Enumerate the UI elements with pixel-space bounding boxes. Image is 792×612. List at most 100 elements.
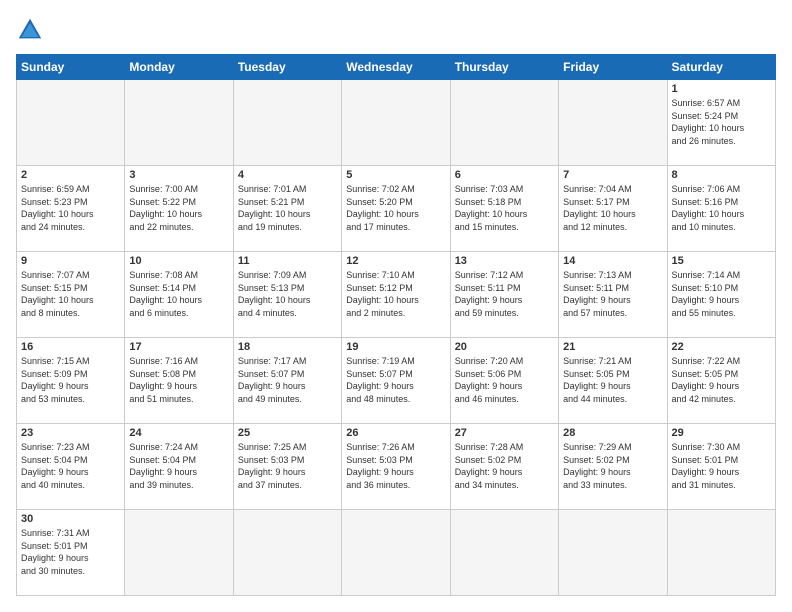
calendar-cell: 28 Sunrise: 7:29 AM Sunset: 5:02 PM Dayli…: [559, 424, 667, 510]
day-info: Sunrise: 7:07 AM Sunset: 5:15 PM Dayligh…: [21, 269, 120, 319]
calendar: Sunday Monday Tuesday Wednesday Thursday…: [16, 54, 776, 596]
calendar-cell: [559, 80, 667, 166]
day-info: Sunrise: 7:00 AM Sunset: 5:22 PM Dayligh…: [129, 183, 228, 233]
day-number: 25: [238, 427, 337, 439]
calendar-cell: 21Sunrise: 7:21 AM Sunset: 5:05 PM Dayli…: [559, 338, 667, 424]
calendar-cell: 5 Sunrise: 7:02 AM Sunset: 5:20 PM Daylig…: [342, 166, 450, 252]
day-info: Sunrise: 7:14 AM Sunset: 5:10 PM Dayligh…: [672, 269, 771, 319]
day-number: 11: [238, 255, 337, 267]
day-number: 7: [563, 169, 662, 181]
day-info: Sunrise: 7:02 AM Sunset: 5:20 PM Dayligh…: [346, 183, 445, 233]
calendar-cell: 6Sunrise: 7:03 AM Sunset: 5:18 PM Daylig…: [450, 166, 558, 252]
day-number: 4: [238, 169, 337, 181]
calendar-cell: 27 Sunrise: 7:28 AM Sunset: 5:02 PM Dayli…: [450, 424, 558, 510]
calendar-cell: 26 Sunrise: 7:26 AM Sunset: 5:03 PM Dayli…: [342, 424, 450, 510]
calendar-cell: 29 Sunrise: 7:30 AM Sunset: 5:01 PM Dayli…: [667, 424, 775, 510]
day-info: Sunrise: 7:16 AM Sunset: 5:08 PM Dayligh…: [129, 355, 228, 405]
calendar-cell: 18 Sunrise: 7:17 AM Sunset: 5:07 PM Dayli…: [233, 338, 341, 424]
calendar-cell: [450, 510, 558, 596]
calendar-week-row: 16Sunrise: 7:15 AM Sunset: 5:09 PM Dayli…: [17, 338, 776, 424]
calendar-cell: 24 Sunrise: 7:24 AM Sunset: 5:04 PM Dayli…: [125, 424, 233, 510]
header-sunday: Sunday: [17, 55, 125, 80]
day-info: Sunrise: 7:30 AM Sunset: 5:01 PM Dayligh…: [672, 441, 771, 491]
day-info: Sunrise: 7:10 AM Sunset: 5:12 PM Dayligh…: [346, 269, 445, 319]
day-info: Sunrise: 7:25 AM Sunset: 5:03 PM Dayligh…: [238, 441, 337, 491]
calendar-cell: 3Sunrise: 7:00 AM Sunset: 5:22 PM Daylig…: [125, 166, 233, 252]
day-info: Sunrise: 7:06 AM Sunset: 5:16 PM Dayligh…: [672, 183, 771, 233]
day-info: Sunrise: 7:01 AM Sunset: 5:21 PM Dayligh…: [238, 183, 337, 233]
calendar-cell: 10 Sunrise: 7:08 AM Sunset: 5:14 PM Dayli…: [125, 252, 233, 338]
header-wednesday: Wednesday: [342, 55, 450, 80]
day-info: Sunrise: 7:13 AM Sunset: 5:11 PM Dayligh…: [563, 269, 662, 319]
calendar-cell: 14 Sunrise: 7:13 AM Sunset: 5:11 PM Dayli…: [559, 252, 667, 338]
calendar-cell: 11Sunrise: 7:09 AM Sunset: 5:13 PM Dayli…: [233, 252, 341, 338]
day-info: Sunrise: 7:28 AM Sunset: 5:02 PM Dayligh…: [455, 441, 554, 491]
day-number: 8: [672, 169, 771, 181]
header-monday: Monday: [125, 55, 233, 80]
day-number: 1: [672, 83, 771, 95]
header-thursday: Thursday: [450, 55, 558, 80]
calendar-week-row: 30Sunrise: 7:31 AM Sunset: 5:01 PM Dayli…: [17, 510, 776, 596]
header-tuesday: Tuesday: [233, 55, 341, 80]
day-number: 27: [455, 427, 554, 439]
calendar-cell: 2Sunrise: 6:59 AM Sunset: 5:23 PM Daylig…: [17, 166, 125, 252]
calendar-cell: 25 Sunrise: 7:25 AM Sunset: 5:03 PM Dayli…: [233, 424, 341, 510]
logo-icon: [16, 16, 44, 44]
day-info: Sunrise: 7:12 AM Sunset: 5:11 PM Dayligh…: [455, 269, 554, 319]
header-saturday: Saturday: [667, 55, 775, 80]
calendar-cell: [233, 80, 341, 166]
calendar-cell: [342, 510, 450, 596]
day-info: Sunrise: 7:17 AM Sunset: 5:07 PM Dayligh…: [238, 355, 337, 405]
day-info: Sunrise: 7:26 AM Sunset: 5:03 PM Dayligh…: [346, 441, 445, 491]
day-number: 17: [129, 341, 228, 353]
logo: [16, 16, 48, 44]
day-info: Sunrise: 7:24 AM Sunset: 5:04 PM Dayligh…: [129, 441, 228, 491]
day-info: Sunrise: 7:29 AM Sunset: 5:02 PM Dayligh…: [563, 441, 662, 491]
day-number: 30: [21, 513, 120, 525]
day-number: 10: [129, 255, 228, 267]
day-number: 18: [238, 341, 337, 353]
day-info: Sunrise: 7:22 AM Sunset: 5:05 PM Dayligh…: [672, 355, 771, 405]
calendar-cell: [233, 510, 341, 596]
day-info: Sunrise: 6:59 AM Sunset: 5:23 PM Dayligh…: [21, 183, 120, 233]
day-number: 24: [129, 427, 228, 439]
calendar-cell: 17 Sunrise: 7:16 AM Sunset: 5:08 PM Dayli…: [125, 338, 233, 424]
header: [16, 16, 776, 44]
calendar-cell: [667, 510, 775, 596]
day-number: 12: [346, 255, 445, 267]
day-number: 13: [455, 255, 554, 267]
day-info: Sunrise: 7:03 AM Sunset: 5:18 PM Dayligh…: [455, 183, 554, 233]
day-info: Sunrise: 7:20 AM Sunset: 5:06 PM Dayligh…: [455, 355, 554, 405]
calendar-cell: 13 Sunrise: 7:12 AM Sunset: 5:11 PM Dayli…: [450, 252, 558, 338]
day-number: 16: [21, 341, 120, 353]
calendar-cell: 1Sunrise: 6:57 AM Sunset: 5:24 PM Daylig…: [667, 80, 775, 166]
day-number: 20: [455, 341, 554, 353]
page: Sunday Monday Tuesday Wednesday Thursday…: [0, 0, 792, 612]
calendar-cell: 22 Sunrise: 7:22 AM Sunset: 5:05 PM Dayli…: [667, 338, 775, 424]
calendar-cell: 19Sunrise: 7:19 AM Sunset: 5:07 PM Dayli…: [342, 338, 450, 424]
day-info: Sunrise: 7:23 AM Sunset: 5:04 PM Dayligh…: [21, 441, 120, 491]
day-number: 29: [672, 427, 771, 439]
calendar-week-row: 9Sunrise: 7:07 AM Sunset: 5:15 PM Daylig…: [17, 252, 776, 338]
calendar-cell: 20 Sunrise: 7:20 AM Sunset: 5:06 PM Dayli…: [450, 338, 558, 424]
calendar-cell: [17, 80, 125, 166]
day-number: 5: [346, 169, 445, 181]
day-number: 15: [672, 255, 771, 267]
calendar-cell: 12 Sunrise: 7:10 AM Sunset: 5:12 PM Dayli…: [342, 252, 450, 338]
day-number: 22: [672, 341, 771, 353]
calendar-cell: [125, 510, 233, 596]
calendar-week-row: 1Sunrise: 6:57 AM Sunset: 5:24 PM Daylig…: [17, 80, 776, 166]
day-info: Sunrise: 7:08 AM Sunset: 5:14 PM Dayligh…: [129, 269, 228, 319]
calendar-cell: [125, 80, 233, 166]
weekday-header-row: Sunday Monday Tuesday Wednesday Thursday…: [17, 55, 776, 80]
calendar-week-row: 2Sunrise: 6:59 AM Sunset: 5:23 PM Daylig…: [17, 166, 776, 252]
calendar-week-row: 23 Sunrise: 7:23 AM Sunset: 5:04 PM Dayli…: [17, 424, 776, 510]
day-number: 26: [346, 427, 445, 439]
day-number: 23: [21, 427, 120, 439]
calendar-cell: 15 Sunrise: 7:14 AM Sunset: 5:10 PM Dayli…: [667, 252, 775, 338]
day-number: 14: [563, 255, 662, 267]
day-info: Sunrise: 7:21 AM Sunset: 5:05 PM Dayligh…: [563, 355, 662, 405]
calendar-cell: [559, 510, 667, 596]
day-number: 28: [563, 427, 662, 439]
calendar-cell: 8 Sunrise: 7:06 AM Sunset: 5:16 PM Daylig…: [667, 166, 775, 252]
